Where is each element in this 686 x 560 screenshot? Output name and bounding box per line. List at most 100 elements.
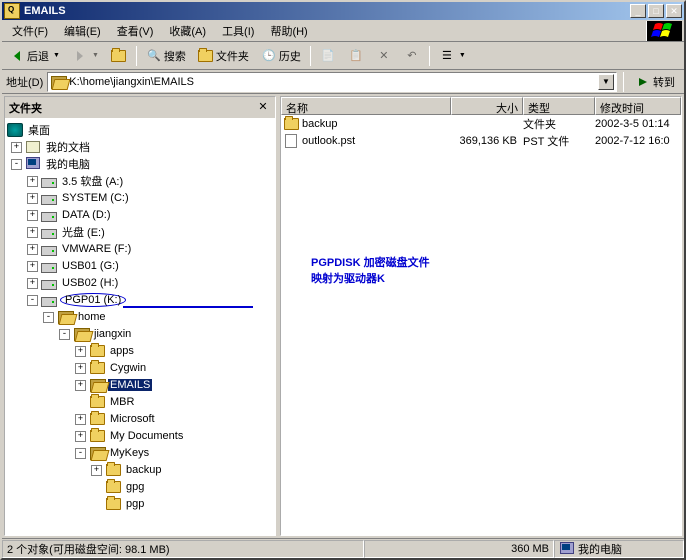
address-bar: 地址(D) K:\home\jiangxin\EMAILS ▼ 转到 bbox=[2, 70, 684, 94]
col-size[interactable]: 大小 bbox=[451, 97, 523, 115]
menu-tools[interactable]: 工具(I) bbox=[214, 21, 262, 41]
folder-icon bbox=[105, 497, 121, 511]
tree-drive-c[interactable]: SYSTEM (C:) bbox=[60, 192, 131, 204]
address-input[interactable]: K:\home\jiangxin\EMAILS ▼ bbox=[47, 72, 617, 92]
expand-icon[interactable]: + bbox=[27, 193, 38, 204]
tree-apps[interactable]: apps bbox=[108, 345, 136, 357]
col-name[interactable]: 名称 bbox=[281, 97, 451, 115]
up-button[interactable] bbox=[106, 45, 132, 67]
menu-view[interactable]: 查看(V) bbox=[109, 21, 162, 41]
expand-icon[interactable]: + bbox=[27, 278, 38, 289]
folder-icon bbox=[89, 395, 105, 409]
file-list-pane: 名称 大小 类型 修改时间 backup 文件夹 2002-3-5 01:14 … bbox=[280, 96, 682, 536]
collapse-icon[interactable]: - bbox=[59, 329, 70, 340]
expand-icon[interactable]: + bbox=[27, 244, 38, 255]
file-date: 2002-7-12 16:0 bbox=[595, 135, 681, 147]
folder-icon bbox=[105, 463, 121, 477]
folders-button[interactable]: 文件夹 bbox=[193, 45, 254, 67]
expand-icon[interactable]: + bbox=[75, 431, 86, 442]
col-date[interactable]: 修改时间 bbox=[595, 97, 681, 115]
search-button[interactable]: 🔍 搜索 bbox=[141, 45, 191, 67]
back-arrow-icon bbox=[9, 48, 25, 64]
expand-icon[interactable]: + bbox=[11, 142, 22, 153]
folder-icon bbox=[283, 117, 299, 131]
history-button[interactable]: 🕒 历史 bbox=[256, 45, 306, 67]
folders-icon bbox=[198, 48, 214, 64]
address-dropdown-icon[interactable]: ▼ bbox=[598, 74, 614, 90]
expand-icon[interactable]: + bbox=[75, 363, 86, 374]
expand-icon[interactable]: + bbox=[75, 380, 86, 391]
window-title: EMAILS bbox=[24, 5, 630, 17]
menu-file[interactable]: 文件(F) bbox=[4, 21, 56, 41]
go-button[interactable]: 转到 bbox=[630, 71, 680, 93]
tree-emails[interactable]: EMAILS bbox=[108, 379, 152, 391]
file-row[interactable]: backup 文件夹 2002-3-5 01:14 bbox=[281, 115, 681, 132]
folder-tree[interactable]: 桌面 + 我的文档 - 我的电脑 +3.5 软盘 (A:) + SYSTEM (C:)… bbox=[5, 119, 275, 535]
file-row[interactable]: outlook.pst 369,136 KB PST 文件 2002-7-12 … bbox=[281, 132, 681, 149]
tree-gpg[interactable]: gpg bbox=[124, 481, 146, 493]
tree-my-documents[interactable]: 我的文档 bbox=[44, 139, 92, 155]
delete-icon: ✕ bbox=[376, 48, 392, 64]
dropdown-icon: ▼ bbox=[92, 52, 99, 59]
menu-edit[interactable]: 编辑(E) bbox=[56, 21, 109, 41]
tree-drive-k[interactable]: PGP01 (K:) bbox=[60, 293, 126, 307]
tree-drive-e[interactable]: 光盘 (E:) bbox=[60, 224, 107, 240]
tree-backup[interactable]: backup bbox=[124, 464, 163, 476]
tree-drive-f[interactable]: VMWARE (F:) bbox=[60, 243, 133, 255]
expand-icon[interactable]: + bbox=[27, 210, 38, 221]
dropdown-icon: ▼ bbox=[53, 52, 60, 59]
collapse-icon[interactable]: - bbox=[27, 295, 38, 306]
expand-icon[interactable]: + bbox=[75, 346, 86, 357]
address-label: 地址(D) bbox=[6, 74, 43, 90]
my-computer-icon bbox=[25, 157, 41, 171]
collapse-icon[interactable]: - bbox=[43, 312, 54, 323]
tree-desktop[interactable]: 桌面 bbox=[26, 122, 52, 138]
tree-drive-g[interactable]: USB01 (G:) bbox=[60, 260, 121, 272]
tree-home[interactable]: home bbox=[76, 311, 108, 323]
pane-close-icon[interactable]: ✕ bbox=[255, 100, 271, 116]
tree-mbr[interactable]: MBR bbox=[108, 396, 136, 408]
tree-drive-h[interactable]: USB02 (H:) bbox=[60, 277, 120, 289]
menu-favorites[interactable]: 收藏(A) bbox=[161, 21, 214, 41]
address-path: K:\home\jiangxin\EMAILS bbox=[69, 76, 598, 88]
column-headers: 名称 大小 类型 修改时间 bbox=[281, 97, 681, 115]
drive-icon bbox=[41, 259, 57, 273]
minimize-button[interactable]: _ bbox=[630, 4, 646, 18]
forward-button: ▼ bbox=[67, 45, 104, 67]
drive-icon bbox=[41, 293, 57, 307]
tree-drive-a[interactable]: 3.5 软盘 (A:) bbox=[60, 173, 125, 189]
menu-help[interactable]: 帮助(H) bbox=[262, 21, 315, 41]
close-button[interactable]: ✕ bbox=[666, 4, 682, 18]
tree-mykeys[interactable]: MyKeys bbox=[108, 447, 151, 459]
tree-pgp[interactable]: pgp bbox=[124, 498, 146, 510]
tree-my-computer[interactable]: 我的电脑 bbox=[44, 156, 92, 172]
maximize-button[interactable]: □ bbox=[648, 4, 664, 18]
expand-icon[interactable]: + bbox=[27, 176, 38, 187]
cd-drive-icon bbox=[41, 225, 57, 239]
col-type[interactable]: 类型 bbox=[523, 97, 595, 115]
tree-jiangxin[interactable]: jiangxin bbox=[92, 328, 133, 340]
tree-microsoft[interactable]: Microsoft bbox=[108, 413, 157, 425]
collapse-icon[interactable]: - bbox=[75, 448, 86, 459]
delete-button: ✕ bbox=[371, 45, 397, 67]
file-size: 369,136 KB bbox=[451, 135, 523, 147]
search-label: 搜索 bbox=[164, 48, 186, 64]
status-objects: 2 个对象(可用磁盘空间: 98.1 MB) bbox=[2, 540, 364, 558]
expand-icon[interactable]: + bbox=[27, 227, 38, 238]
folder-icon bbox=[89, 412, 105, 426]
expand-icon[interactable]: + bbox=[91, 465, 102, 476]
back-label: 后退 bbox=[27, 48, 49, 64]
collapse-icon[interactable]: - bbox=[11, 159, 22, 170]
folder-up-icon bbox=[111, 48, 127, 64]
history-icon: 🕒 bbox=[261, 48, 277, 64]
file-icon bbox=[283, 134, 299, 148]
expand-icon[interactable]: + bbox=[75, 414, 86, 425]
tree-cygwin[interactable]: Cygwin bbox=[108, 362, 148, 374]
titlebar[interactable]: EMAILS _ □ ✕ bbox=[2, 2, 684, 20]
expand-icon[interactable]: + bbox=[27, 261, 38, 272]
tree-drive-d[interactable]: DATA (D:) bbox=[60, 209, 112, 221]
back-button[interactable]: 后退 ▼ bbox=[4, 45, 65, 67]
tree-my-documents-folder[interactable]: My Documents bbox=[108, 430, 185, 442]
views-button[interactable]: ☰▼ bbox=[434, 45, 471, 67]
file-list[interactable]: backup 文件夹 2002-3-5 01:14 outlook.pst 36… bbox=[281, 115, 681, 535]
